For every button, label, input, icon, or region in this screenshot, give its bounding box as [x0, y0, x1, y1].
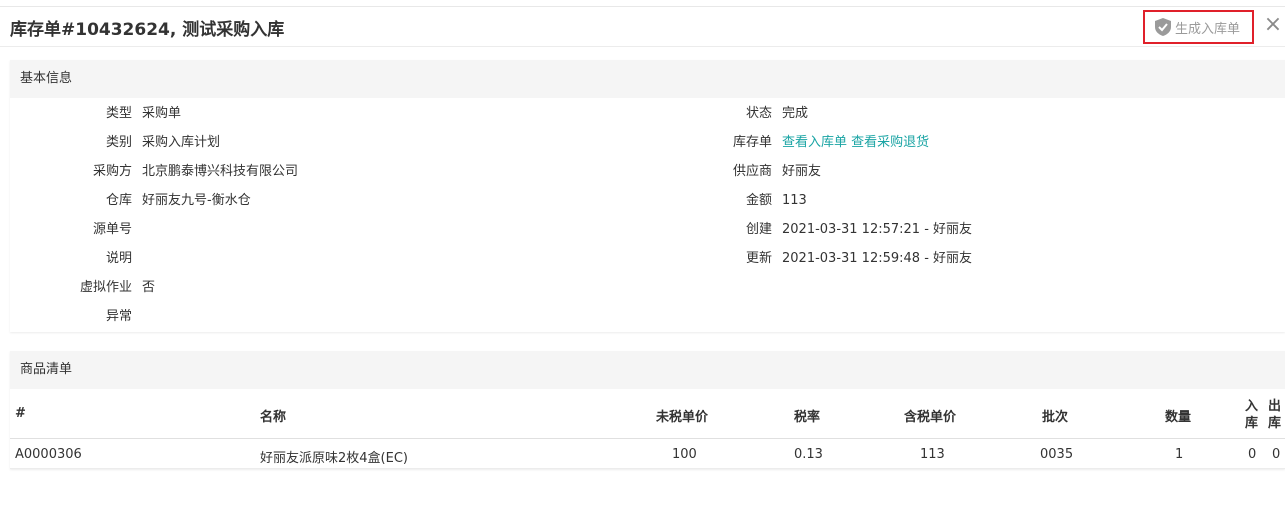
value-type: 采购单 [142, 106, 182, 121]
col-header-in-char2: 库 [1245, 416, 1259, 431]
col-header-in: 入 库 [1245, 398, 1258, 432]
col-header-price-in-tax: 含税单价 [904, 410, 957, 425]
col-header-out-char2: 库 [1268, 416, 1282, 431]
col-header-name: 名称 [260, 410, 287, 425]
value-created: 2021-03-31 12:57:21 - 好丽友 [782, 222, 973, 237]
value-supplier: 好丽友 [782, 164, 822, 179]
col-header-qty: 数量 [1165, 410, 1192, 425]
goods-list-panel: 商品清单 # 名称 未税单价 税率 含税单价 批次 数量 入 库 出 库 A00… [10, 351, 1285, 469]
label-virtual-op: 虚拟作业 [79, 280, 132, 295]
col-header-out-char1: 出 [1268, 399, 1282, 414]
table-bottom-divider [10, 468, 1285, 469]
cell-in: 0 [1248, 447, 1257, 462]
basic-info-panel: 基本信息 类型 采购单 类别 采购入库计划 采购方 北京鹏泰博兴科技有限公司 仓… [10, 60, 1285, 332]
view-purchase-return-link[interactable]: 查看采购退货 [851, 135, 929, 150]
label-description: 说明 [105, 251, 132, 266]
value-virtual-op: 否 [142, 280, 156, 295]
close-icon[interactable]: × [1263, 14, 1283, 36]
label-stock-order: 库存单 [732, 135, 772, 150]
label-source-no: 源单号 [92, 222, 132, 237]
generate-inbound-button[interactable]: 生成入库单 [1143, 10, 1254, 44]
value-category: 采购入库计划 [142, 135, 221, 150]
cell-price-in-tax: 113 [920, 447, 945, 462]
label-created: 创建 [745, 222, 772, 237]
cell-qty: 1 [1175, 447, 1184, 462]
label-updated: 更新 [745, 251, 772, 266]
label-warehouse: 仓库 [105, 193, 132, 208]
basic-info-title: 基本信息 [10, 60, 1285, 98]
cell-batch: 0035 [1040, 447, 1074, 462]
generate-inbound-label: 生成入库单 [1175, 21, 1241, 37]
value-status: 完成 [782, 106, 809, 121]
cell-tax-rate: 0.13 [794, 447, 823, 462]
col-header-price-ex-tax: 未税单价 [656, 410, 709, 425]
page-header: 库存单#10432624, 测试采购入库 生成入库单 × [0, 7, 1285, 47]
page-title: 库存单#10432624, 测试采购入库 [10, 20, 285, 40]
col-header-tax-rate: 税率 [794, 410, 821, 425]
value-purchaser: 北京鹏泰博兴科技有限公司 [142, 164, 299, 179]
view-inbound-link[interactable]: 查看入库单 [782, 135, 847, 150]
col-header-id: # [15, 406, 26, 421]
col-header-in-char1: 入 [1245, 399, 1259, 414]
stock-order-links: 查看入库单 查看采购退货 [782, 133, 929, 153]
cell-name: 好丽友派原味2枚4盒(EC) [260, 451, 408, 466]
label-exception: 异常 [105, 309, 132, 324]
col-header-batch: 批次 [1042, 410, 1069, 425]
table-header-divider [10, 438, 1285, 439]
label-status: 状态 [745, 106, 772, 121]
shield-check-icon [1155, 18, 1171, 36]
value-warehouse: 好丽友九号-衡水仓 [142, 193, 251, 208]
cell-id: A0000306 [15, 447, 82, 462]
label-category: 类别 [105, 135, 132, 150]
value-amount: 113 [782, 193, 807, 208]
label-purchaser: 采购方 [92, 164, 132, 179]
value-updated: 2021-03-31 12:59:48 - 好丽友 [782, 251, 973, 266]
label-supplier: 供应商 [732, 164, 772, 179]
cell-out: 0 [1272, 447, 1281, 462]
col-header-out: 出 库 [1268, 398, 1281, 432]
label-type: 类型 [105, 106, 132, 121]
goods-list-title: 商品清单 [10, 351, 1285, 389]
label-amount: 金额 [745, 193, 772, 208]
cell-price-ex-tax: 100 [672, 447, 697, 462]
